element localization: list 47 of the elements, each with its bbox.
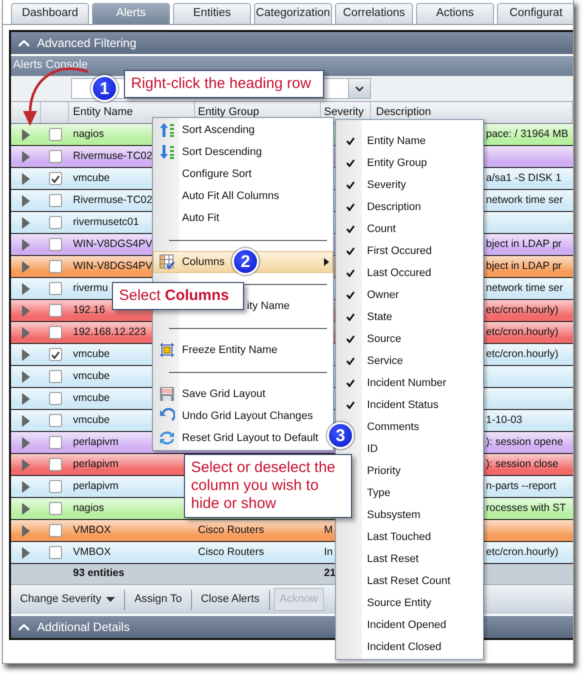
table-cell: In (324, 546, 333, 558)
table-cell: ): session close (486, 458, 558, 470)
section-title: Additional Details (37, 619, 130, 636)
table-cell: etc/cron.hourly) (486, 326, 558, 338)
table-cell: vmcube (73, 172, 110, 184)
table-cell: etc/cron.hourly) (486, 546, 558, 558)
table-cell: WIN-V8DGS4PV (73, 260, 152, 272)
table-cell: VMBOX (73, 546, 111, 558)
table-cell: M (324, 524, 333, 536)
table-cell: etc/cron.hourly) (486, 348, 558, 360)
table-cell: nagios (73, 128, 104, 140)
table-cell: Cisco Routers (198, 524, 264, 536)
severity-count: 21 (324, 567, 336, 580)
console-title: Alerts Console (13, 58, 88, 74)
table-cell: pace: / 31964 MB (486, 128, 568, 140)
table-cell: 192.168.12.223 (73, 326, 146, 338)
table-cell: vmcube (73, 392, 110, 404)
table-cell: Rivermuse-TC02 (73, 194, 152, 206)
table-cell: perlapivm (73, 436, 119, 448)
table-cell: a/sa1 -S DISK 1 (486, 172, 562, 184)
callout-tooltip: Select or deselect the column you wish to hide or show (184, 454, 352, 518)
table-cell: Cisco Routers (198, 546, 264, 558)
section-title: Advanced Filtering (37, 35, 136, 52)
table-cell: etc/cron.hourly) (486, 304, 558, 316)
table-cell: network time ser (486, 194, 564, 206)
table-cell: n-parts --report (486, 480, 556, 492)
table-cell: rocesses with ST (486, 502, 566, 514)
table-cell: 192.16 (73, 304, 106, 316)
table-cell: bject in LDAP pr (486, 238, 562, 250)
callout-tooltip: Right-click the heading row (124, 70, 324, 98)
table-cell: vmcube (73, 414, 110, 426)
entity-count: 93 entities (73, 567, 124, 580)
table-cell: ): session opene (486, 436, 564, 448)
table-cell: WIN-V8DGS4PV (73, 238, 152, 250)
table-cell: nagios (73, 502, 104, 514)
table-cell: perlapivm (73, 480, 119, 492)
table-cell: rivermusetc01 (73, 216, 139, 228)
callout-tooltip: Select Columns (112, 282, 244, 310)
table-cell: perlapivm (73, 458, 119, 470)
table-cell: vmcube (73, 370, 110, 382)
table-cell: bject in LDAP pr (486, 260, 562, 272)
table-cell: 1-10-03 (486, 414, 522, 426)
table-cell: VMBOX (73, 524, 111, 536)
table-cell: rivermu (73, 282, 108, 294)
table-cell: vmcube (73, 348, 110, 360)
table-cell: Rivermuse-TC02 (73, 150, 152, 162)
table-cell: network time ser (486, 282, 564, 294)
